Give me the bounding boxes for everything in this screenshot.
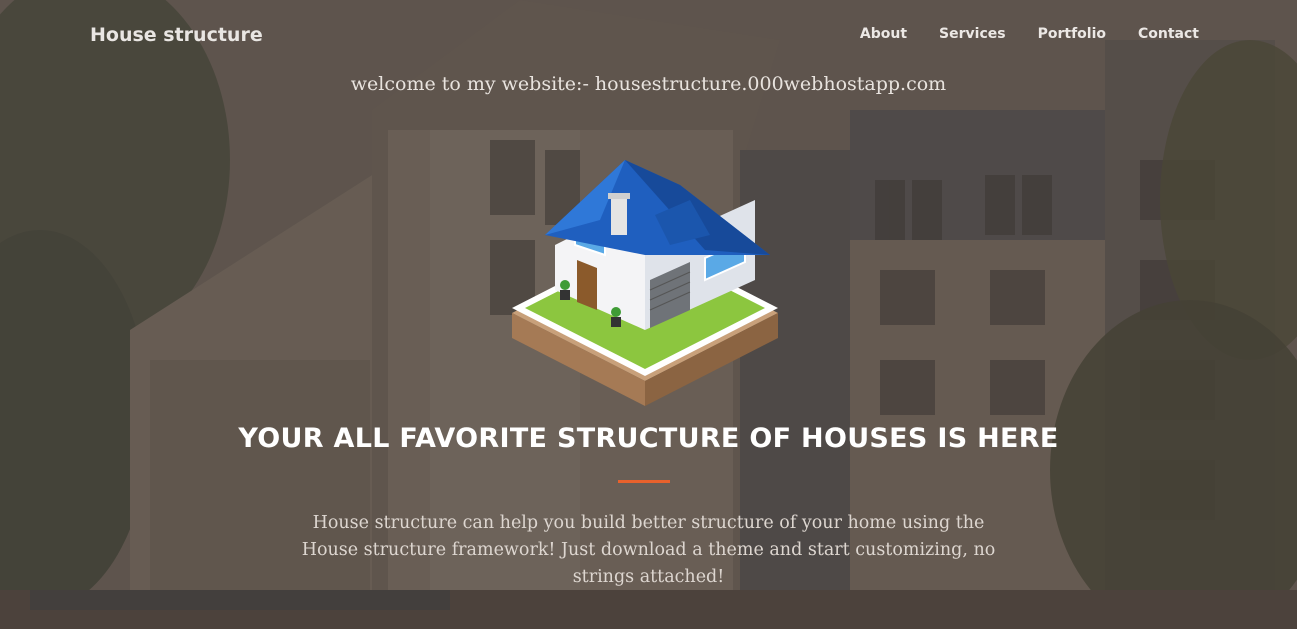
house-icon [512, 160, 778, 406]
nav-link-about[interactable]: About [860, 26, 907, 42]
hero-section: House structure About Services Portfolio… [0, 0, 1297, 629]
hero-headline: YOUR ALL FAVORITE STRUCTURE OF HOUSES IS… [238, 423, 1059, 454]
nav-link-contact[interactable]: Contact [1138, 26, 1199, 42]
hero-description: House structure can help you build bette… [301, 513, 996, 587]
nav-links: About Services Portfolio Contact [860, 26, 1199, 42]
brand-logo-link[interactable]: House structure [90, 24, 263, 46]
accent-divider [618, 480, 670, 483]
top-navbar: House structure About Services Portfolio… [0, 0, 1297, 70]
nav-link-portfolio[interactable]: Portfolio [1038, 26, 1106, 42]
welcome-text: welcome to my website:- housestructure.0… [350, 73, 947, 95]
nav-link-services[interactable]: Services [939, 26, 1006, 42]
